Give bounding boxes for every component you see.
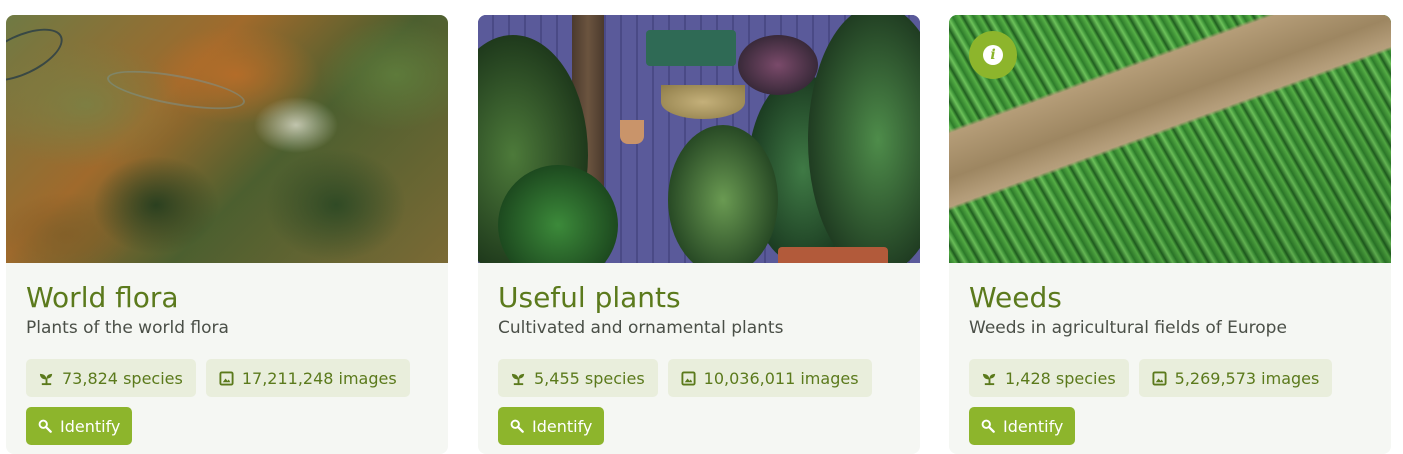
species-count-chip: 1,428 species [969, 359, 1129, 397]
flora-card-useful-plants[interactable]: Useful plants Cultivated and ornamental … [478, 15, 920, 454]
images-count-chip: 5,269,573 images [1138, 359, 1333, 397]
species-count: 73,824 species [62, 368, 183, 388]
info-badge[interactable]: i [969, 31, 1017, 79]
card-title[interactable]: World flora [26, 281, 428, 315]
identify-label: Identify [532, 416, 593, 436]
species-count-chip: 5,455 species [498, 359, 658, 397]
identify-label: Identify [1003, 416, 1064, 436]
identify-button[interactable]: Identify [498, 407, 605, 445]
species-count-chip: 73,824 species [26, 359, 196, 397]
flora-card-list: World flora Plants of the world flora 73… [0, 0, 1403, 454]
card-title[interactable]: Useful plants [498, 281, 900, 315]
info-icon: i [983, 45, 1003, 65]
identify-button[interactable]: Identify [969, 407, 1076, 445]
image-icon [1152, 370, 1167, 386]
card-subtitle: Plants of the world flora [26, 318, 229, 338]
identify-label: Identify [60, 416, 121, 436]
identify-button[interactable]: Identify [26, 407, 133, 445]
sprout-icon [982, 373, 996, 385]
image-icon [219, 370, 234, 386]
species-count: 5,455 species [534, 368, 645, 388]
card-image-weeds[interactable]: i [949, 15, 1391, 263]
sprout-icon [511, 373, 525, 385]
images-count: 10,036,011 images [703, 368, 859, 388]
images-count-chip: 17,211,248 images [205, 359, 410, 397]
card-title[interactable]: Weeds [969, 281, 1371, 315]
flora-card-world-flora[interactable]: World flora Plants of the world flora 73… [6, 15, 448, 454]
search-icon [510, 419, 524, 433]
image-icon [681, 370, 696, 386]
images-count-chip: 10,036,011 images [667, 359, 872, 397]
images-count: 5,269,573 images [1174, 368, 1320, 388]
search-icon [981, 419, 995, 433]
card-image-useful-plants[interactable] [478, 15, 920, 263]
species-count: 1,428 species [1005, 368, 1116, 388]
images-count: 17,211,248 images [241, 368, 397, 388]
card-subtitle: Weeds in agricultural fields of Europe [969, 318, 1287, 338]
card-image-world-flora[interactable] [6, 15, 448, 263]
search-icon [38, 419, 52, 433]
flora-card-weeds[interactable]: i Weeds Weeds in agricultural fields of … [949, 15, 1391, 454]
sprout-icon [39, 373, 53, 385]
card-subtitle: Cultivated and ornamental plants [498, 318, 784, 338]
